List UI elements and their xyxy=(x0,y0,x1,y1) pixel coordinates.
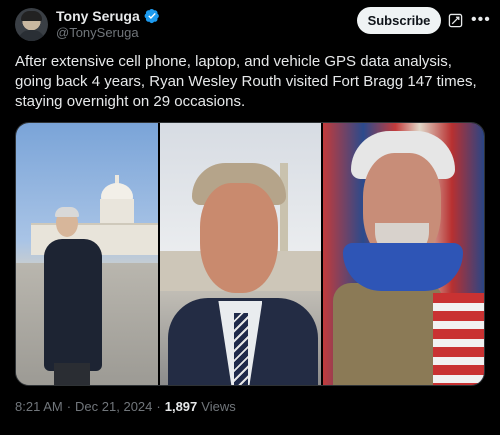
person-coat xyxy=(44,239,102,371)
person-face xyxy=(200,183,279,293)
meta-separator: · xyxy=(66,399,72,414)
tweet-time[interactable]: 8:21 AM xyxy=(15,399,63,414)
author-name-row: Tony Seruga xyxy=(56,8,160,24)
meta-separator: · xyxy=(156,399,161,414)
media-grid[interactable] xyxy=(15,122,485,386)
subscribe-button[interactable]: Subscribe xyxy=(357,7,441,34)
verified-badge-icon xyxy=(144,8,159,24)
avatar-shirt xyxy=(18,30,45,41)
photo-portrait-suit[interactable] xyxy=(160,123,321,385)
tactical-vest xyxy=(332,283,443,385)
avatar-cap xyxy=(21,11,42,21)
photo-flags-vest[interactable] xyxy=(322,123,484,385)
photo-capitol[interactable] xyxy=(16,123,159,385)
author-avatar[interactable] xyxy=(15,8,48,41)
flag-bandana xyxy=(342,243,463,291)
tweet-text: After extensive cell phone, laptop, and … xyxy=(15,53,477,110)
more-options-icon[interactable]: ••• xyxy=(471,11,490,29)
author-handle[interactable]: @TonySeruga xyxy=(56,25,139,40)
person-legs xyxy=(54,363,90,385)
person-tie xyxy=(234,313,249,385)
views-label: Views xyxy=(201,399,236,414)
views-count[interactable]: 1,897 xyxy=(165,399,198,414)
tweet-meta: 8:21 AM · Dec 21, 2024 · 1,897 Views xyxy=(15,399,236,414)
striped-shirt xyxy=(432,293,484,385)
person-hair xyxy=(55,207,79,217)
author-display-name[interactable]: Tony Seruga xyxy=(56,8,140,24)
grok-icon[interactable] xyxy=(448,13,463,28)
tweet-date[interactable]: Dec 21, 2024 xyxy=(75,399,152,414)
